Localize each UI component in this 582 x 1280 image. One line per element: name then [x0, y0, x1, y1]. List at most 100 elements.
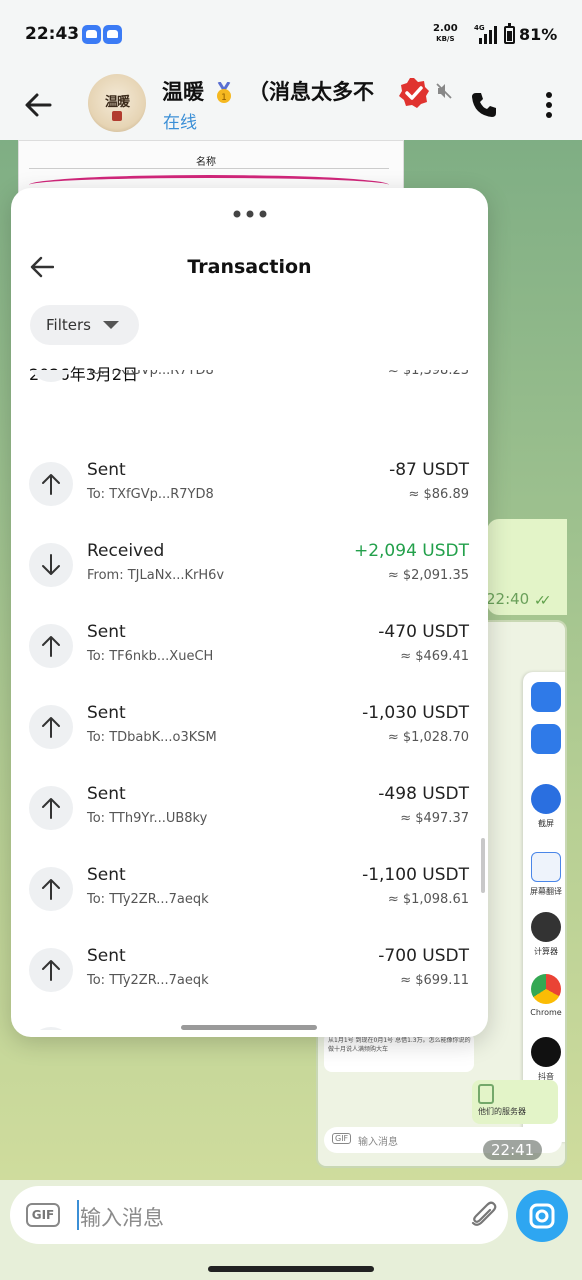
svg-text:1: 1: [221, 93, 227, 103]
message-time: 22:40: [486, 590, 530, 608]
network-speed-unit: KB/S: [436, 35, 455, 43]
notification-app-icon: [103, 25, 122, 44]
translate-app-icon: [531, 852, 561, 882]
transaction-type: Sent: [87, 865, 126, 885]
file-icon: [478, 1084, 494, 1104]
camera-icon: [529, 1203, 555, 1229]
tiktok-app-icon: [531, 1037, 561, 1067]
transaction-usd-value: ≈ $1,028.70: [387, 730, 469, 745]
transaction-type: Sent: [87, 460, 126, 480]
embedded-gif-icon: GIF: [332, 1133, 352, 1144]
transaction-amount: +2,094 USDT: [353, 541, 469, 561]
embedded-outgoing-bubble: 他们的服务器: [472, 1080, 558, 1124]
transaction-type: Sent: [87, 703, 126, 723]
transaction-row[interactable]: To: TXfGVp...R7YD8 ≈ $1,398.23: [11, 370, 488, 407]
arrow-down-icon: [29, 543, 73, 587]
app-label: 截屏: [538, 819, 554, 828]
status-bar: 22:43 2.00 KB/S 4G 81%: [0, 0, 582, 70]
back-arrow-icon[interactable]: [30, 256, 54, 278]
arrow-up-icon: [29, 786, 73, 830]
transaction-row[interactable]: Sent To: TTh9Yr...UB8ky -498 USDT ≈ $497…: [11, 774, 488, 855]
transaction-type: Received: [87, 541, 165, 561]
transaction-amount: -700 USDT: [378, 946, 469, 966]
transaction-address: To: TXfGVp...R7YD8: [87, 370, 214, 378]
back-arrow-icon[interactable]: [24, 92, 52, 118]
transaction-row[interactable]: Sent To: TTy2ZR...7aeqk -700 USDT ≈ $699…: [11, 936, 488, 1017]
network-type: 4G: [474, 24, 485, 32]
battery-icon: [504, 23, 515, 44]
transaction-address: To: TF6nkb...XueCH: [87, 649, 214, 664]
notification-app-icon: [82, 25, 101, 44]
online-status: 在线: [163, 113, 197, 133]
sheet-menu-dots-icon[interactable]: [233, 210, 267, 218]
chat-header: 温暖 温暖 1 （消息太多不 在线: [0, 70, 582, 140]
arrow-up-icon: [29, 705, 73, 749]
avatar-calligraphy: 温暖: [104, 95, 130, 110]
transaction-row[interactable]: Received From: TJLaNx...KrH6v +2,094 USD…: [11, 531, 488, 612]
transaction-address: From: TJLaNx...KrH6v: [87, 568, 225, 583]
transaction-row[interactable]: Sent To: TDbabK...o3KSM -1,030 USDT ≈ $1…: [11, 693, 488, 774]
app-label: 屏幕翻译: [530, 887, 562, 896]
battery-percent: 81%: [519, 25, 558, 44]
transaction-usd-value: ≈ $1,398.23: [387, 370, 469, 378]
avatar-seal: [112, 111, 122, 121]
screenshot-app-icon: [531, 784, 561, 814]
sheet-home-indicator: [181, 1025, 317, 1030]
medal-icon: 1: [217, 82, 231, 103]
signal-icon: 4G: [474, 24, 498, 44]
arrow-up-icon: [29, 462, 73, 506]
transaction-row[interactable]: Sent To: TF6nkb...XueCH -470 USDT ≈ $469…: [11, 612, 488, 693]
transaction-type: Sent: [87, 784, 126, 804]
arrow-up-icon: [29, 624, 73, 668]
transaction-amount: -87 USDT: [389, 460, 469, 480]
transaction-address: To: TTy2ZR...7aeqk: [87, 973, 209, 988]
calculator-app-icon: [531, 912, 561, 942]
arrow-up-icon: [29, 1027, 73, 1030]
phone-call-icon[interactable]: [470, 91, 498, 119]
transaction-address: To: TXfGVp...R7YD8: [87, 487, 214, 502]
transaction-sheet: Transaction Filters 2026年3月2日 To: TXfGVp…: [11, 188, 488, 1037]
embedded-bubble-text: 他们的服务器: [478, 1107, 526, 1116]
transaction-address: To: TTy2ZR...7aeqk: [87, 892, 209, 907]
read-checkmarks-icon: ✓✓: [534, 593, 552, 609]
filters-button[interactable]: Filters: [30, 305, 139, 345]
embedded-input-placeholder: 输入消息: [358, 1137, 398, 1148]
chat-title-continued[interactable]: （消息太多不: [248, 76, 394, 106]
camera-button[interactable]: [516, 1190, 568, 1242]
message-input-bar: GIF 输入消息: [0, 1180, 582, 1280]
avatar[interactable]: 温暖: [88, 74, 146, 132]
status-time: 22:43: [25, 24, 80, 44]
chrome-app-icon: [531, 974, 561, 1004]
message-input[interactable]: GIF 输入消息: [10, 1186, 508, 1244]
sheet-title: Transaction: [187, 256, 312, 278]
transaction-row[interactable]: Sent To: TXfGVp...R7YD8 -87 USDT ≈ $86.8…: [11, 450, 488, 531]
arrow-up-icon: [29, 948, 73, 992]
arrow-up-icon: [29, 867, 73, 911]
more-options-icon[interactable]: [545, 92, 553, 118]
transaction-address: To: TTh9Yr...UB8ky: [87, 811, 208, 826]
arrow-up-icon: [29, 370, 73, 382]
app-icon: [531, 682, 561, 712]
transaction-type: Sent: [87, 622, 126, 642]
transaction-usd-value: ≈ $1,098.61: [387, 892, 469, 907]
app-label: Chrome: [530, 1008, 562, 1017]
network-speed: 2.00 KB/S: [433, 24, 458, 44]
embedded-incoming-message: 从1月1号 到现在0月1号 总借1.3万。怎么能像你说的 做十月说人满频购大车: [324, 1032, 474, 1072]
transaction-usd-value: ≈ $2,091.35: [387, 568, 469, 583]
chevron-down-icon: [103, 321, 119, 329]
transaction-usd-value: ≈ $86.89: [408, 487, 469, 502]
transaction-usd-value: ≈ $469.41: [400, 649, 469, 664]
attach-icon[interactable]: [468, 1200, 498, 1230]
chat-title[interactable]: 温暖: [162, 76, 204, 106]
transaction-address: To: TDbabK...o3KSM: [87, 730, 217, 745]
transaction-row[interactable]: Sent To: TTy2ZR...7aeqk -1,100 USDT ≈ $1…: [11, 855, 488, 936]
system-nav-handle[interactable]: [208, 1266, 374, 1272]
side-app-panel: 截屏 屏幕翻译 计算器 Chrome 抖音: [523, 672, 565, 1142]
transaction-usd-value: ≈ $497.37: [400, 811, 469, 826]
transaction-amount: -1,030 USDT: [362, 703, 469, 723]
transaction-type: Sent: [87, 946, 126, 966]
transaction-list[interactable]: To: TXfGVp...R7YD8 ≈ $1,398.23 Sent To: …: [11, 370, 488, 1030]
network-speed-value: 2.00: [433, 23, 458, 34]
gif-button[interactable]: GIF: [26, 1203, 60, 1227]
scrollbar-thumb[interactable]: [481, 838, 485, 893]
